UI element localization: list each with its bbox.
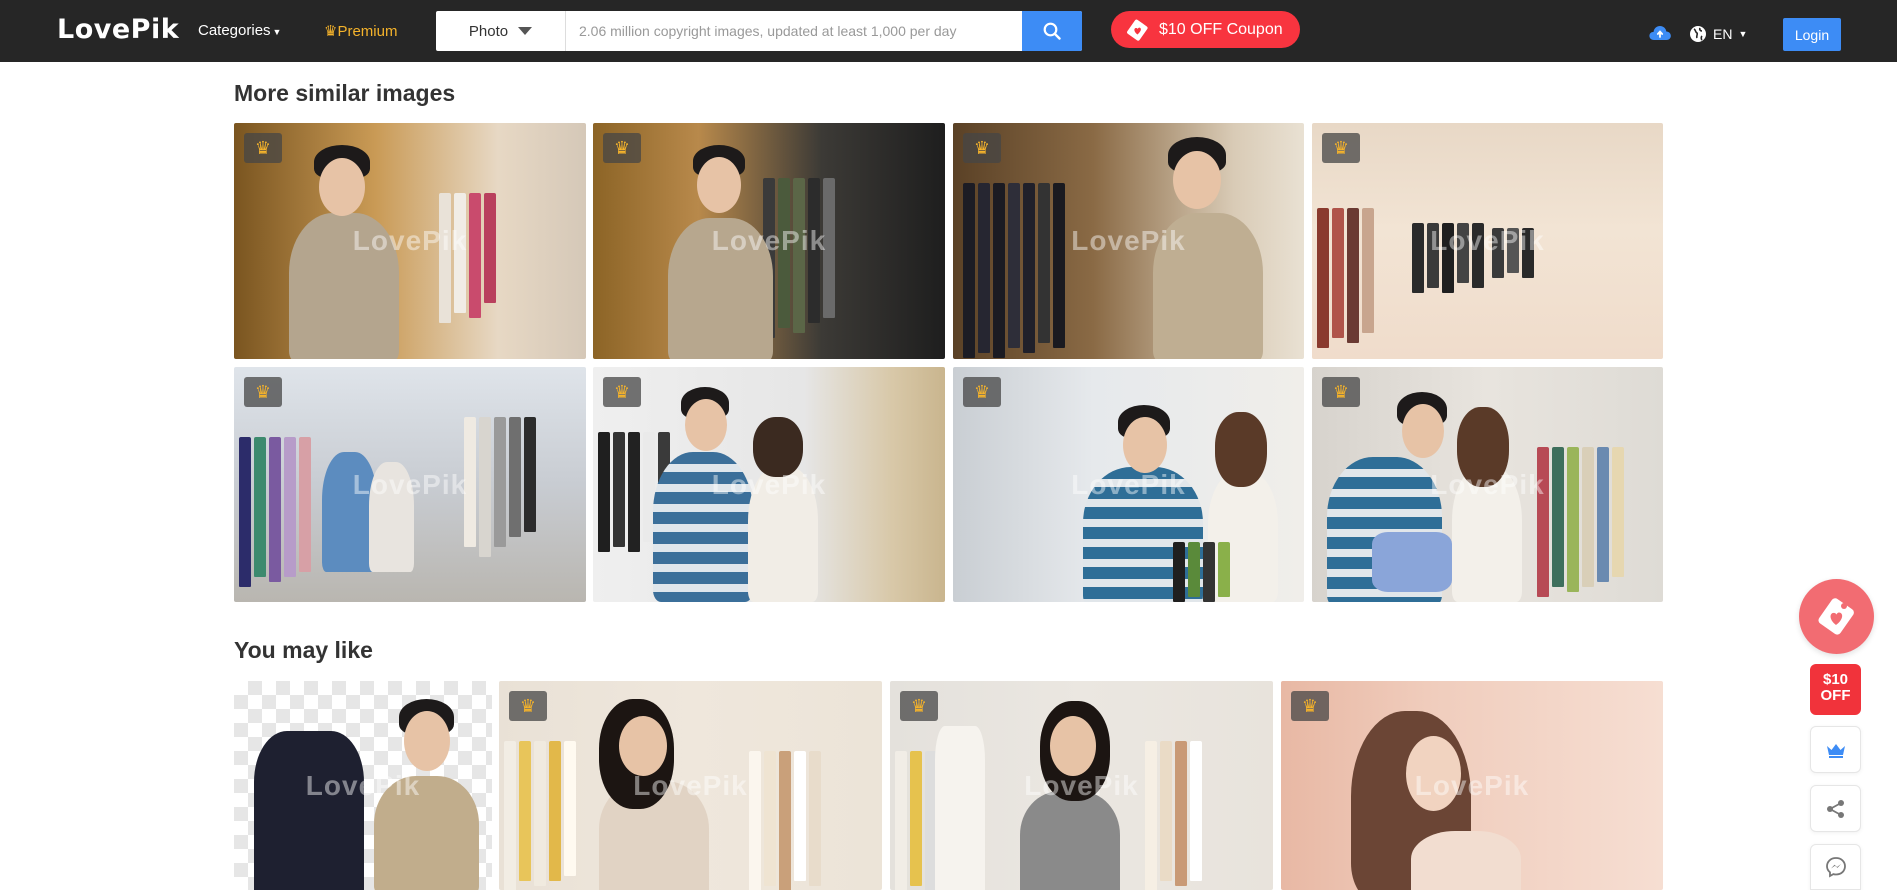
watermark: LovePik [352,468,468,500]
caret-down-icon: ▼ [272,27,282,37]
similar-image-2[interactable]: ♛ LovePik [593,123,945,359]
similar-image-5[interactable]: ♛ LovePik [234,367,586,602]
crown-icon: ♛ [973,137,991,158]
similar-image-6[interactable]: ♛ LovePik [593,367,945,602]
crown-icon: ♛ [254,137,272,158]
similar-image-8[interactable]: ♛ LovePik [1312,367,1663,602]
premium-crown-badge: ♛ [509,691,547,721]
lovepik-logo[interactable]: LovePik [57,14,179,45]
search-input[interactable] [567,11,1022,51]
similar-section-title: More similar images [234,80,456,106]
crown-icon [1826,743,1845,758]
crown-icon: ♛ [613,381,631,402]
may-like-image-2[interactable]: ♛ LovePik [499,681,882,890]
watermark: LovePik [305,769,421,801]
off-amount: $10 [1822,671,1849,688]
search-type-dropdown[interactable]: Photo [436,11,566,51]
watermark: LovePik [352,225,468,256]
premium-crown-badge: ♛ [603,133,641,163]
similar-image-3[interactable]: ♛ LovePik [953,123,1304,359]
watermark: LovePik [1430,468,1545,500]
watermark: LovePik [1071,468,1186,500]
search-button[interactable] [1022,11,1082,51]
caret-down-icon: ▼ [1738,29,1748,39]
search-bar: Photo [436,11,1082,51]
premium-crown-badge: ♛ [900,691,938,721]
search-type-value: Photo [468,22,509,40]
premium-crown-badge: ♛ [603,377,641,407]
crown-icon: ♛ [1332,137,1350,158]
watermark: LovePik [711,468,827,500]
premium-crown-badge: ♛ [244,133,282,163]
share-float-button[interactable] [1810,785,1861,832]
premium-crown-badge: ♛ [1322,133,1360,163]
language-selector[interactable]: EN ▼ [1689,25,1747,43]
similar-image-7[interactable]: ♛ LovePik [953,367,1304,602]
may-like-image-1[interactable]: LovePik [234,681,492,890]
crown-icon: ♛ [973,381,991,402]
crown-icon: ♛ [519,695,537,716]
may-like-image-3[interactable]: ♛ LovePik [890,681,1273,890]
messenger-float-button[interactable] [1810,844,1861,890]
similar-image-4[interactable]: ♛ LovePik [1312,123,1663,359]
login-button[interactable]: Login [1783,18,1841,51]
coupon-button[interactable]: $10 OFF Coupon [1111,11,1300,48]
off-label: OFF [1820,687,1851,704]
language-value: EN [1713,26,1733,42]
premium-crown-badge: ♛ [963,133,1001,163]
watermark: LovePik [1414,769,1530,801]
cloud-upload-icon [1649,26,1671,40]
watermark: LovePik [1430,225,1545,256]
coupon-float-button[interactable] [1799,579,1874,654]
may-like-image-4[interactable]: ♛ LovePik [1281,681,1663,890]
watermark: LovePik [1024,769,1139,801]
watermark: LovePik [711,225,827,256]
categories-label: Categories [198,22,271,39]
upload-button[interactable] [1648,24,1672,47]
crown-icon: ♛ [1301,695,1319,716]
triangle-down-icon [518,27,533,35]
crown-icon: ♛ [324,23,338,40]
coupon-label: $10 OFF Coupon [1159,20,1283,38]
globe-icon [1690,26,1706,42]
may-like-section-title: You may like [234,637,373,663]
crown-icon: ♛ [254,381,272,402]
search-icon [1043,22,1061,40]
categories-menu[interactable]: Categories ▼ [198,22,281,39]
premium-link[interactable]: ♛Premium [324,22,397,40]
watermark: LovePik [633,769,748,801]
premium-crown-badge: ♛ [963,377,1001,407]
similar-image-1[interactable]: ♛ LovePik [234,123,586,359]
premium-float-button[interactable] [1810,726,1861,773]
premium-crown-badge: ♛ [1322,377,1360,407]
tag-heart-icon [1817,597,1854,635]
premium-crown-badge: ♛ [244,377,282,407]
tag-icon [1127,19,1148,41]
crown-icon: ♛ [613,137,631,158]
crown-icon: ♛ [910,695,928,716]
crown-icon: ♛ [1332,381,1350,402]
top-navigation-bar: LovePik Categories▼ ♛Premium Photo $10 O… [0,0,1897,62]
premium-label: Premium [337,23,398,40]
premium-crown-badge: ♛ [1291,691,1329,721]
ten-off-float-badge[interactable]: $10 OFF [1810,664,1861,715]
watermark: LovePik [1071,225,1186,256]
share-icon [1826,799,1844,818]
messenger-icon [1825,857,1846,878]
